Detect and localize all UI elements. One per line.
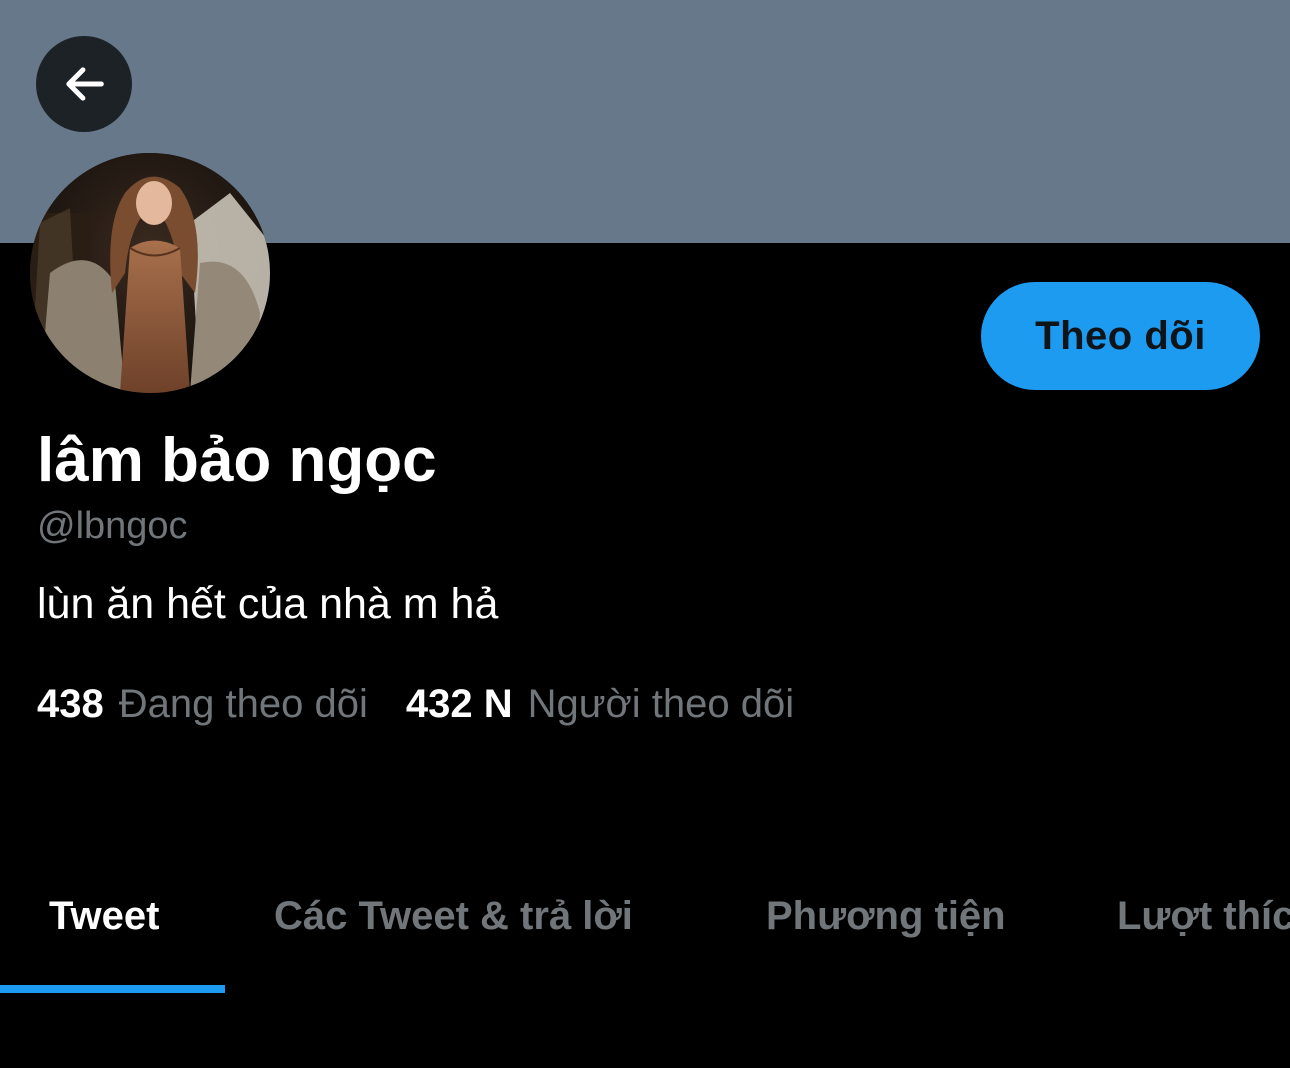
following-label: Đang theo dõi [118, 682, 368, 726]
arrow-left-icon [66, 67, 104, 101]
followers-label: Người theo dõi [527, 682, 795, 726]
username-handle: @lbngoc [37, 505, 188, 547]
follow-button[interactable]: Theo dõi [981, 282, 1260, 390]
tab-media[interactable]: Phương tiện [766, 894, 1006, 939]
tab-likes[interactable]: Lượt thích [1117, 894, 1290, 939]
followers-stat[interactable]: 432 N Người theo dõi [406, 682, 794, 727]
tab-tweets[interactable]: Tweet [49, 894, 159, 939]
tab-tweets-and-replies[interactable]: Các Tweet & trả lời [274, 894, 633, 939]
back-button[interactable] [36, 36, 132, 132]
following-count: 438 [37, 682, 104, 726]
profile-tabs: Tweet Các Tweet & trả lời Phương tiện Lư… [0, 858, 1290, 998]
active-tab-indicator [0, 985, 225, 993]
profile-photo [30, 153, 270, 393]
profile-stats: 438 Đang theo dõi 432 N Người theo dõi [37, 682, 794, 727]
avatar[interactable] [30, 153, 270, 393]
followers-count: 432 N [405, 682, 513, 726]
display-name: lâm bảo ngọc [37, 426, 437, 495]
following-stat[interactable]: 438 Đang theo dõi [37, 682, 368, 727]
profile-bio: lùn ăn hết của nhà m hả [37, 580, 499, 628]
